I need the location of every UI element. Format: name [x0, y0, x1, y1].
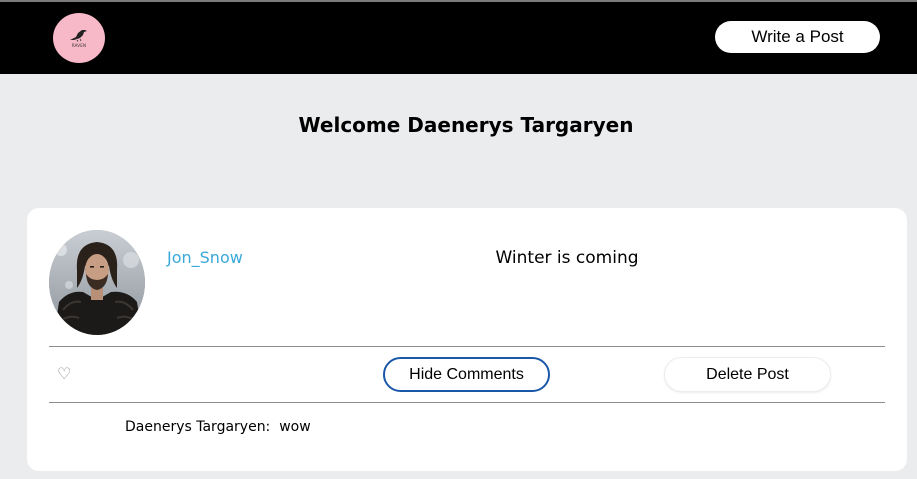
hide-comments-button[interactable]: Hide Comments	[383, 357, 550, 392]
delete-post-button[interactable]: Delete Post	[664, 357, 831, 392]
navbar: RAVEN Write a Post	[0, 2, 917, 74]
divider	[49, 346, 885, 347]
comment-author: Daenerys Targaryen:	[125, 419, 271, 435]
post-card: Jon_Snow Winter is coming ♡ Hide Comment…	[27, 208, 907, 471]
logo-text: RAVEN	[71, 43, 87, 48]
write-post-button[interactable]: Write a Post	[715, 21, 880, 53]
raven-icon	[70, 30, 87, 42]
comment-item: Daenerys Targaryen: wow	[125, 419, 311, 435]
post-text: Winter is coming	[495, 248, 639, 268]
avatar-image	[49, 230, 145, 335]
welcome-heading: Welcome Daenerys Targaryen	[298, 113, 634, 137]
username-link[interactable]: Jon_Snow	[167, 248, 243, 267]
comment-text: wow	[279, 419, 311, 435]
logo[interactable]: RAVEN	[53, 13, 105, 63]
avatar[interactable]	[49, 230, 145, 335]
divider	[49, 402, 885, 403]
heart-icon[interactable]: ♡	[57, 366, 71, 382]
